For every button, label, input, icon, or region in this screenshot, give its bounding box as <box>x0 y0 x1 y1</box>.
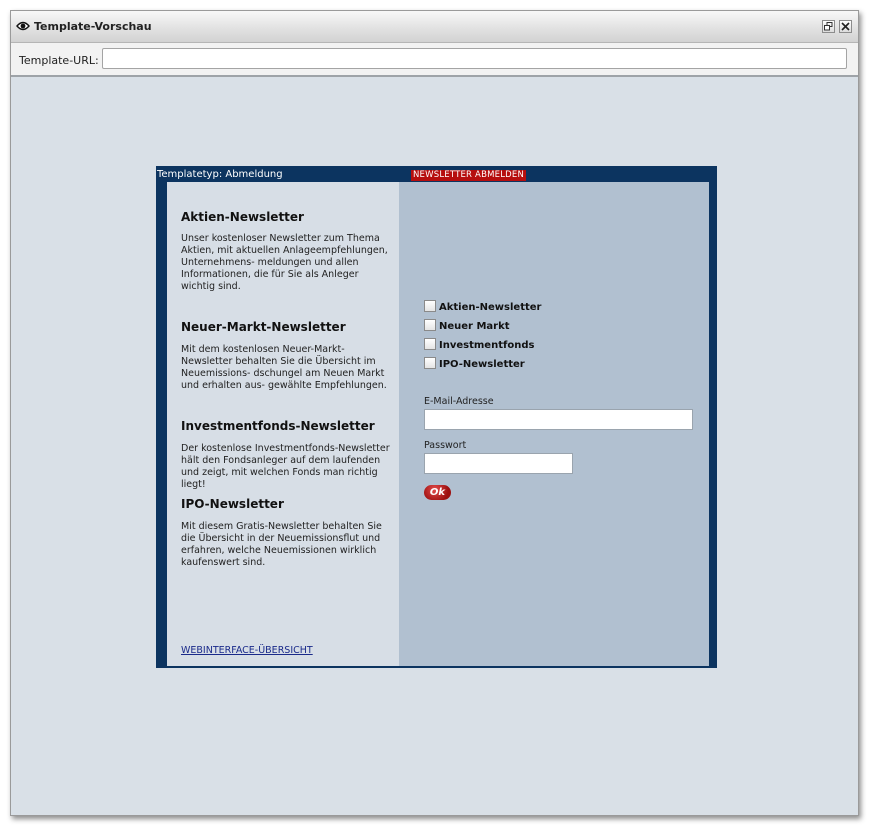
email-field[interactable] <box>424 409 693 430</box>
newsletter-checkbox[interactable] <box>424 319 436 331</box>
eye-icon <box>16 21 30 31</box>
newsletter-description: Unser kostenloser Newsletter zum Thema A… <box>181 233 388 292</box>
newsletter-description: Mit diesem Gratis-Newsletter behalten Si… <box>181 521 382 568</box>
restore-icon <box>824 22 833 31</box>
template-url-input[interactable] <box>102 48 847 69</box>
newsletter-title: Investmentfonds-Newsletter <box>181 419 375 433</box>
preview-window: Template-Vorschau Template-URL: Template… <box>10 10 859 816</box>
newsletter-description: Mit dem kostenlosen Neuer-Markt-Newslett… <box>181 344 387 391</box>
checkbox-label: Aktien-Newsletter <box>439 302 542 313</box>
checkbox-label: Neuer Markt <box>439 321 510 332</box>
close-button[interactable] <box>839 20 852 33</box>
newsletter-checkbox[interactable] <box>424 338 436 350</box>
url-toolbar: Template-URL: <box>11 43 858 77</box>
checkbox-label: IPO-Newsletter <box>439 359 525 370</box>
template-preview: Templatetyp: Abmeldung NEWSLETTER ABMELD… <box>156 166 717 668</box>
newsletter-title: IPO-Newsletter <box>181 497 284 511</box>
email-label: E-Mail-Adresse <box>424 396 494 407</box>
window-titlebar[interactable]: Template-Vorschau <box>11 11 858 43</box>
unsubscribe-form-panel: Aktien-Newsletter Neuer Markt Investment… <box>399 182 709 666</box>
newsletter-descriptions-panel: Aktien-Newsletter Unser kostenloser News… <box>167 182 399 666</box>
newsletter-title: Neuer-Markt-Newsletter <box>181 320 346 334</box>
checkbox-label: Investmentfonds <box>439 340 535 351</box>
newsletter-checkbox[interactable] <box>424 300 436 312</box>
newsletter-description: Der kostenlose Investmentfonds-Newslette… <box>181 443 390 490</box>
password-label: Passwort <box>424 440 467 451</box>
password-field[interactable] <box>424 453 573 474</box>
template-url-label: Template-URL: <box>19 54 99 67</box>
unsubscribe-badge: NEWSLETTER ABMELDEN <box>411 170 527 181</box>
newsletter-checkbox[interactable] <box>424 357 436 369</box>
webinterface-overview-link[interactable]: WEBINTERFACE-ÜBERSICHT <box>181 645 313 656</box>
ok-button[interactable]: Ok <box>424 485 451 500</box>
window-title: Template-Vorschau <box>34 20 152 33</box>
close-icon <box>841 22 850 31</box>
restore-button[interactable] <box>822 20 835 33</box>
newsletter-title: Aktien-Newsletter <box>181 210 304 224</box>
template-type-label: Templatetyp: Abmeldung <box>157 169 283 180</box>
